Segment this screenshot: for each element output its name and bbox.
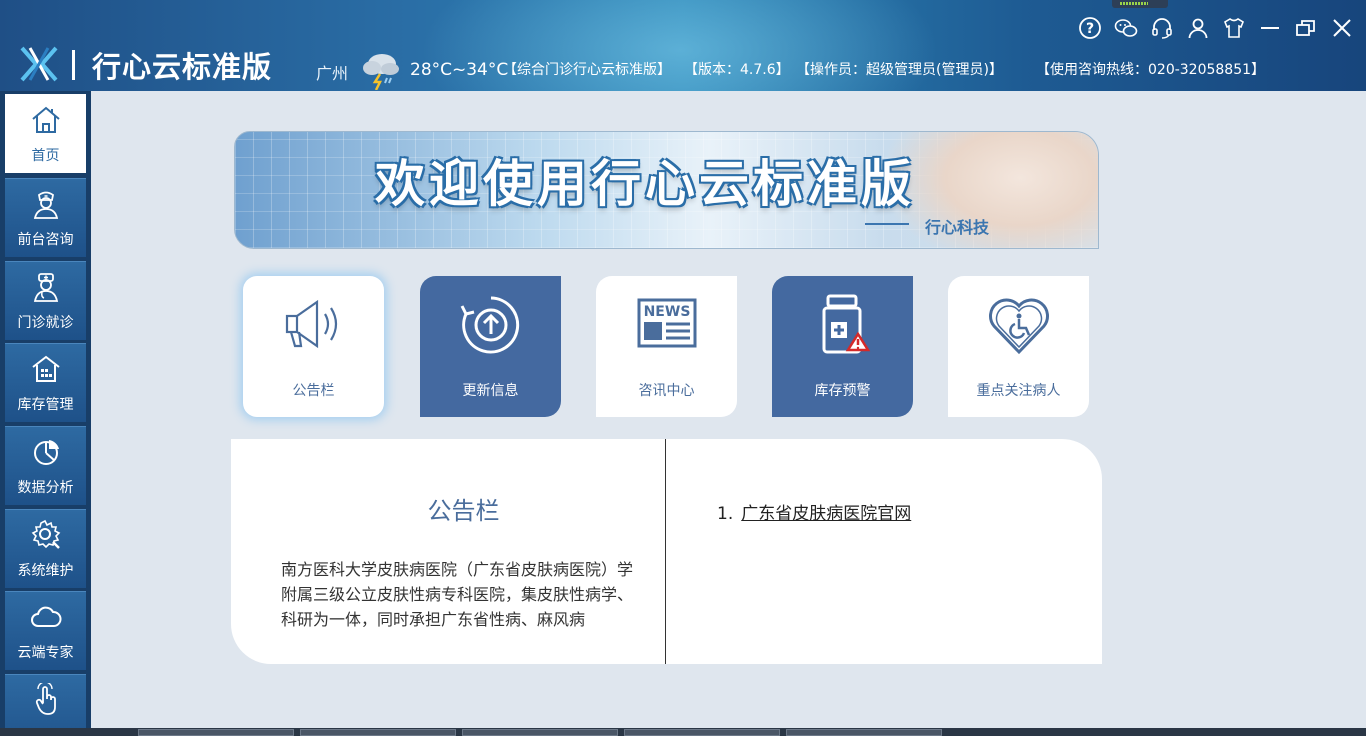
tile-news-center[interactable]: NEWS 咨讯中心: [596, 276, 737, 417]
notice-text: 南方医科大学皮肤病医院（广东省皮肤病医院）学附属三级公立皮肤性病专科医院，集皮肤…: [281, 560, 634, 629]
headset-icon: [1152, 18, 1172, 39]
sidebar-item-analytics[interactable]: 数据分析: [5, 426, 86, 505]
tile-notice-board[interactable]: 公告栏: [243, 276, 384, 417]
news-icon: NEWS: [637, 298, 696, 348]
banner-title: 欢迎使用行心云标准版: [375, 154, 915, 213]
news-badge: NEWS: [643, 304, 690, 320]
sidebar-item-touch[interactable]: [5, 674, 86, 736]
help-icon: ?: [1079, 17, 1101, 39]
sidebar-item-outpatient[interactable]: 门诊就诊: [5, 261, 86, 340]
sidebar-item-label: 云端专家: [17, 645, 74, 661]
warehouse-icon: [31, 355, 60, 382]
pie-chart-icon: [33, 440, 59, 465]
heart-accessibility-icon: [988, 298, 1049, 355]
wechat-button[interactable]: [1112, 14, 1140, 42]
skin-button[interactable]: [1220, 14, 1248, 42]
logo-separator: [72, 50, 75, 80]
taskbar-button[interactable]: [624, 729, 780, 736]
tile-label: 咨讯中心: [638, 383, 695, 399]
tile-key-patients[interactable]: 重点关注病人: [948, 276, 1089, 417]
title-bar: 行心云标准版 广州 28°C~34°C 【综合门诊行心云标准版】 【版本：4.7…: [0, 0, 1366, 91]
sidebar-item-label: 前台咨询: [17, 232, 74, 248]
taskbar-button[interactable]: [462, 729, 618, 736]
sidebar-item-maintenance[interactable]: 系统维护: [5, 509, 86, 588]
window-controls: ?: [1076, 14, 1356, 42]
tile-update-info[interactable]: 更新信息: [420, 276, 561, 417]
taskbar-button[interactable]: [138, 729, 294, 736]
help-button[interactable]: ?: [1076, 14, 1104, 42]
close-button[interactable]: [1328, 14, 1356, 42]
sidebar-item-inventory[interactable]: 库存管理: [5, 343, 86, 422]
welcome-banner: 欢迎使用行心云标准版 行心科技: [234, 131, 1099, 249]
banner-line: [865, 223, 909, 225]
thunderstorm-icon: [363, 54, 399, 90]
taskbar: [0, 728, 1366, 736]
minimize-button[interactable]: [1256, 14, 1284, 42]
sidebar-item-label: 系统维护: [17, 563, 74, 579]
settings-icon: [31, 519, 60, 549]
nurse-icon: [33, 191, 58, 219]
link-hospital-website[interactable]: 广东省皮肤病医院官网: [741, 504, 911, 524]
sidebar: 首页 前台咨询 门诊就诊 库存管理 数据分析 系统维护 云端专家: [0, 91, 91, 736]
hotline-label: 【使用咨询热线：020-32058851】: [1036, 62, 1266, 78]
taskbar-button[interactable]: [300, 729, 456, 736]
banner-hand-image: [888, 132, 1098, 248]
support-button[interactable]: [1148, 14, 1176, 42]
link-index: 1.: [717, 504, 734, 524]
tile-label: 更新信息: [462, 383, 519, 399]
signal-indicator: [1112, 0, 1168, 8]
svg-text:?: ?: [1086, 21, 1094, 37]
sidebar-item-cloud-expert[interactable]: 云端专家: [5, 591, 86, 670]
notice-panel: 公告栏 南方医科大学皮肤病医院（广东省皮肤病医院）学附属三级公立皮肤性病专科医院…: [231, 439, 1102, 664]
weather-temperature: 28°C~34°C: [410, 60, 509, 80]
home-icon: [31, 106, 60, 133]
sidebar-item-label: 数据分析: [17, 480, 74, 496]
sidebar-item-front-desk[interactable]: 前台咨询: [5, 178, 86, 257]
hand-pointer-icon: [35, 681, 56, 715]
system-name: 【综合门诊行心云标准版】: [503, 62, 671, 78]
weather-city: 广州: [316, 64, 349, 83]
minimize-icon: [1261, 27, 1279, 29]
link-list: 1. 广东省皮肤病医院官网: [717, 499, 911, 524]
restore-button[interactable]: [1292, 14, 1320, 42]
notice-title: 公告栏: [427, 497, 500, 525]
taskbar-button[interactable]: [786, 729, 942, 736]
wechat-icon: [1114, 19, 1138, 37]
megaphone-icon: [285, 299, 337, 349]
banner-subtitle: 行心科技: [925, 218, 990, 237]
operator-label: 【操作员：超级管理员(管理员)】: [796, 62, 1003, 78]
sidebar-item-label: 首页: [31, 148, 60, 164]
update-icon: [460, 296, 519, 354]
tile-label: 公告栏: [292, 383, 335, 399]
app-title: 行心云标准版: [92, 50, 273, 84]
panel-divider: [665, 439, 666, 664]
cloud-icon: [30, 606, 61, 627]
user-button[interactable]: [1184, 14, 1212, 42]
logo-icon: [20, 46, 58, 82]
close-icon: [1333, 19, 1351, 37]
tile-label: 库存预警: [814, 383, 871, 399]
medicine-warning-icon: [822, 294, 870, 354]
tile-label: 重点关注病人: [976, 383, 1061, 399]
doctor-icon: [33, 273, 58, 302]
restore-icon: [1296, 20, 1315, 36]
tshirt-icon: [1224, 18, 1244, 38]
version-label: 【版本：4.7.6】: [684, 62, 790, 78]
sidebar-item-label: 门诊就诊: [17, 315, 74, 331]
sidebar-item-label: 库存管理: [17, 397, 74, 413]
sidebar-item-home[interactable]: 首页: [5, 94, 86, 173]
tile-inventory-warning[interactable]: 库存预警: [772, 276, 913, 417]
user-icon: [1188, 18, 1208, 39]
